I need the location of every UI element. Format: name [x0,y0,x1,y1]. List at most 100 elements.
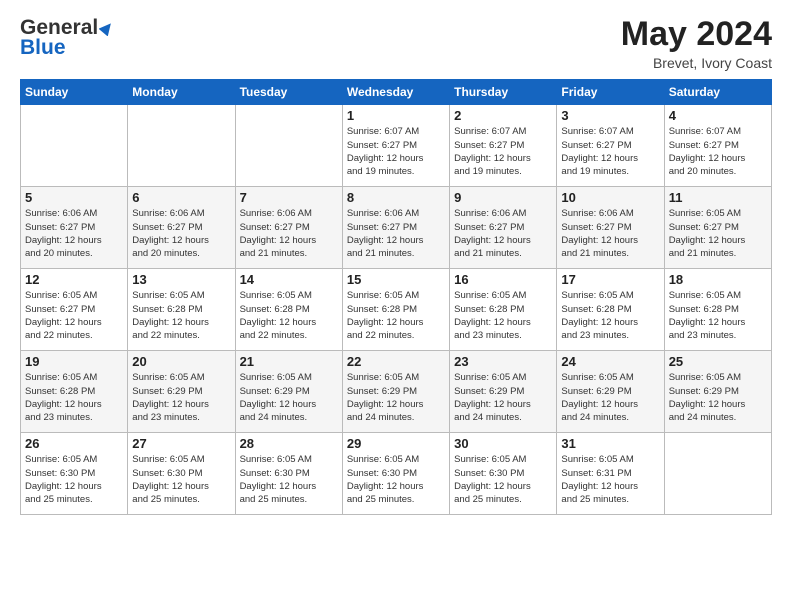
day-number: 8 [347,190,445,205]
table-row [664,433,771,515]
day-number: 29 [347,436,445,451]
day-number: 3 [561,108,659,123]
day-info: Sunrise: 6:05 AMSunset: 6:30 PMDaylight:… [132,453,230,506]
day-number: 20 [132,354,230,369]
day-info: Sunrise: 6:05 AMSunset: 6:28 PMDaylight:… [240,289,338,342]
col-tuesday: Tuesday [235,80,342,105]
table-row: 15Sunrise: 6:05 AMSunset: 6:28 PMDayligh… [342,269,449,351]
day-info: Sunrise: 6:05 AMSunset: 6:28 PMDaylight:… [454,289,552,342]
day-number: 30 [454,436,552,451]
day-number: 24 [561,354,659,369]
day-number: 31 [561,436,659,451]
table-row: 25 Sunrise: 6:05 AMSunset: 6:29 PMDayligh… [664,351,771,433]
col-wednesday: Wednesday [342,80,449,105]
calendar-week-row: 19Sunrise: 6:05 AMSunset: 6:28 PMDayligh… [21,351,772,433]
day-info: Sunrise: 6:05 AMSunset: 6:29 PMDaylight:… [454,371,552,424]
day-number: 28 [240,436,338,451]
day-info: Sunrise: 6:07 AMSunset: 6:27 PMDaylight:… [347,125,445,178]
col-friday: Friday [557,80,664,105]
day-info: Sunrise: 6:05 AMSunset: 6:29 PMDaylight:… [669,371,767,424]
col-monday: Monday [128,80,235,105]
day-number: 25 [669,354,767,369]
day-info: Sunrise: 6:07 AMSunset: 6:27 PMDaylight:… [669,125,767,178]
table-row [128,105,235,187]
col-saturday: Saturday [664,80,771,105]
day-number: 12 [25,272,123,287]
day-info: Sunrise: 6:06 AMSunset: 6:27 PMDaylight:… [454,207,552,260]
table-row: 3 Sunrise: 6:07 AMSunset: 6:27 PMDaylight… [557,105,664,187]
logo-blue: Blue [20,36,66,60]
calendar-table: Sunday Monday Tuesday Wednesday Thursday… [20,79,772,515]
table-row: 26 Sunrise: 6:05 AMSunset: 6:30 PMDayligh… [21,433,128,515]
table-row: 2 Sunrise: 6:07 AMSunset: 6:27 PMDaylight… [450,105,557,187]
day-info: Sunrise: 6:05 AMSunset: 6:30 PMDaylight:… [347,453,445,506]
calendar-week-row: 12Sunrise: 6:05 AMSunset: 6:27 PMDayligh… [21,269,772,351]
day-info: Sunrise: 6:06 AMSunset: 6:27 PMDaylight:… [25,207,123,260]
calendar-week-row: 1 Sunrise: 6:07 AMSunset: 6:27 PMDaylight… [21,105,772,187]
day-info: Sunrise: 6:05 AMSunset: 6:27 PMDaylight:… [669,207,767,260]
day-info: Sunrise: 6:06 AMSunset: 6:27 PMDaylight:… [347,207,445,260]
day-number: 2 [454,108,552,123]
day-number: 1 [347,108,445,123]
table-row: 9 Sunrise: 6:06 AMSunset: 6:27 PMDaylight… [450,187,557,269]
table-row: 14 Sunrise: 6:05 AMSunset: 6:28 PMDayligh… [235,269,342,351]
header: General Blue May 2024 Brevet, Ivory Coas… [20,16,772,71]
day-info: Sunrise: 6:05 AMSunset: 6:29 PMDaylight:… [347,371,445,424]
table-row: 28 Sunrise: 6:05 AMSunset: 6:30 PMDayligh… [235,433,342,515]
day-number: 18 [669,272,767,287]
table-row: 18Sunrise: 6:05 AMSunset: 6:28 PMDayligh… [664,269,771,351]
table-row: 30 Sunrise: 6:05 AMSunset: 6:30 PMDayligh… [450,433,557,515]
table-row: 22 Sunrise: 6:05 AMSunset: 6:29 PMDayligh… [342,351,449,433]
day-info: Sunrise: 6:05 AMSunset: 6:28 PMDaylight:… [132,289,230,342]
table-row: 13Sunrise: 6:05 AMSunset: 6:28 PMDayligh… [128,269,235,351]
table-row: 6Sunrise: 6:06 AMSunset: 6:27 PMDaylight… [128,187,235,269]
logo: General Blue [20,16,116,60]
calendar-header-row: Sunday Monday Tuesday Wednesday Thursday… [21,80,772,105]
day-info: Sunrise: 6:05 AMSunset: 6:30 PMDaylight:… [240,453,338,506]
day-info: Sunrise: 6:05 AMSunset: 6:31 PMDaylight:… [561,453,659,506]
day-number: 7 [240,190,338,205]
day-info: Sunrise: 6:07 AMSunset: 6:27 PMDaylight:… [561,125,659,178]
day-number: 6 [132,190,230,205]
table-row: 31 Sunrise: 6:05 AMSunset: 6:31 PMDayligh… [557,433,664,515]
table-row: 20 Sunrise: 6:05 AMSunset: 6:29 PMDayligh… [128,351,235,433]
table-row: 17Sunrise: 6:05 AMSunset: 6:28 PMDayligh… [557,269,664,351]
day-number: 22 [347,354,445,369]
table-row: 29 Sunrise: 6:05 AMSunset: 6:30 PMDayligh… [342,433,449,515]
col-sunday: Sunday [21,80,128,105]
day-number: 16 [454,272,552,287]
day-number: 9 [454,190,552,205]
month-title: May 2024 [621,16,772,53]
table-row [235,105,342,187]
calendar-week-row: 26 Sunrise: 6:05 AMSunset: 6:30 PMDayligh… [21,433,772,515]
logo-arrow-icon [99,20,115,36]
day-info: Sunrise: 6:06 AMSunset: 6:27 PMDaylight:… [240,207,338,260]
day-info: Sunrise: 6:05 AMSunset: 6:30 PMDaylight:… [25,453,123,506]
table-row: 11 Sunrise: 6:05 AMSunset: 6:27 PMDayligh… [664,187,771,269]
location: Brevet, Ivory Coast [621,55,772,71]
day-number: 21 [240,354,338,369]
page: General Blue May 2024 Brevet, Ivory Coas… [0,0,792,612]
day-number: 11 [669,190,767,205]
day-info: Sunrise: 6:07 AMSunset: 6:27 PMDaylight:… [454,125,552,178]
table-row: 5 Sunrise: 6:06 AMSunset: 6:27 PMDaylight… [21,187,128,269]
day-number: 5 [25,190,123,205]
day-info: Sunrise: 6:05 AMSunset: 6:30 PMDaylight:… [454,453,552,506]
table-row: 27Sunrise: 6:05 AMSunset: 6:30 PMDayligh… [128,433,235,515]
day-number: 14 [240,272,338,287]
col-thursday: Thursday [450,80,557,105]
day-number: 26 [25,436,123,451]
day-info: Sunrise: 6:05 AMSunset: 6:29 PMDaylight:… [132,371,230,424]
day-number: 19 [25,354,123,369]
calendar-week-row: 5 Sunrise: 6:06 AMSunset: 6:27 PMDaylight… [21,187,772,269]
day-info: Sunrise: 6:05 AMSunset: 6:29 PMDaylight:… [561,371,659,424]
table-row: 16 Sunrise: 6:05 AMSunset: 6:28 PMDayligh… [450,269,557,351]
table-row: 4Sunrise: 6:07 AMSunset: 6:27 PMDaylight… [664,105,771,187]
day-number: 15 [347,272,445,287]
day-info: Sunrise: 6:05 AMSunset: 6:28 PMDaylight:… [561,289,659,342]
day-info: Sunrise: 6:05 AMSunset: 6:29 PMDaylight:… [240,371,338,424]
table-row: 21 Sunrise: 6:05 AMSunset: 6:29 PMDayligh… [235,351,342,433]
table-row: 23Sunrise: 6:05 AMSunset: 6:29 PMDayligh… [450,351,557,433]
table-row: 19Sunrise: 6:05 AMSunset: 6:28 PMDayligh… [21,351,128,433]
table-row: 10Sunrise: 6:06 AMSunset: 6:27 PMDayligh… [557,187,664,269]
